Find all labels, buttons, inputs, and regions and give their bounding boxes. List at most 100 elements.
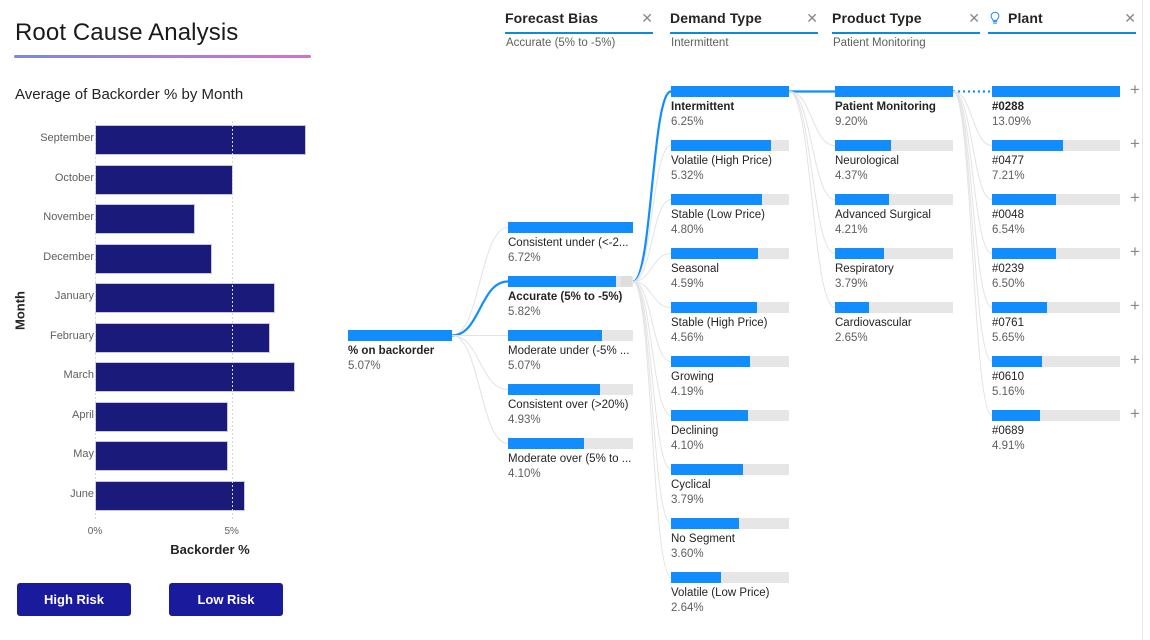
node-value: 4.10% [671,440,704,452]
high-risk-button[interactable]: High Risk [17,583,131,616]
node-value: 2.64% [671,602,704,614]
bar-row[interactable]: January [0,279,330,317]
node-value: 4.91% [992,440,1025,452]
node-label: #0288 [992,101,1024,113]
bar-row[interactable]: November [0,200,330,238]
node-bar-fill [348,330,452,341]
node-value: 4.19% [671,386,704,398]
node-value: 5.07% [348,360,381,372]
bar-row[interactable]: June [0,477,330,515]
node-bar-fill [992,140,1063,151]
x-axis-tick: 5% [224,526,239,537]
decomposition-tree[interactable]: % on backorder 5.07% Consistent under (<-2… [330,0,1150,640]
bar-category-label: May [73,448,94,460]
bar-category-label: June [70,487,94,500]
bar[interactable] [95,125,306,155]
node-label: Respiratory [835,263,894,275]
node-bar-fill [992,248,1056,259]
node-bar-fill [992,86,1120,97]
bar[interactable] [95,283,275,313]
node-label: Cardiovascular [835,317,912,329]
bar[interactable] [95,362,296,392]
node-value: 2.65% [835,332,868,344]
node-bar-fill [508,276,617,287]
node-bar-fill [835,86,953,97]
bar-category-label: December [43,250,94,263]
node-label: Stable (High Price) [671,317,768,329]
node-label: Consistent over (>20%) [508,399,629,411]
bar-row[interactable]: October [0,161,330,199]
node-label: No Segment [671,533,735,545]
node-label: % on backorder [348,345,435,357]
node-value: 4.37% [835,170,868,182]
node-label: #0048 [992,209,1024,221]
expand-node-icon[interactable]: + [1130,135,1140,152]
bar[interactable] [95,441,229,471]
panel-divider [1142,0,1143,640]
bar-row[interactable]: December [0,240,330,278]
node-bar-fill [835,302,869,313]
node-value: 4.59% [671,278,704,290]
node-label: Seasonal [671,263,719,275]
grid-line [231,121,233,519]
node-value: 5.16% [992,386,1025,398]
bar-row[interactable]: March [0,358,330,396]
expand-node-icon[interactable]: + [1130,351,1140,368]
bar-row[interactable]: February [0,319,330,357]
grid-line [95,121,96,519]
bar-category-label: February [49,329,94,342]
expand-node-icon[interactable]: + [1130,81,1140,98]
node-value: 5.07% [508,360,541,372]
node-label: Intermittent [671,101,735,113]
bar-row[interactable]: April [0,398,330,436]
node-bar-fill [508,438,585,449]
node-value: 6.50% [992,278,1025,290]
node-value: 4.10% [508,468,541,480]
bar[interactable] [95,322,270,353]
node-label: Consistent under (<-2... [508,237,629,249]
expand-node-icon[interactable]: + [1130,243,1140,260]
node-label: Neurological [835,155,899,167]
node-value: 5.32% [671,170,704,182]
node-label: Patient Monitoring [835,101,936,113]
x-axis-tick: 0% [87,526,103,537]
expand-node-icon[interactable]: + [1130,405,1140,422]
node-value: 9.20% [835,116,868,128]
node-label: Moderate under (-5% ... [508,345,630,357]
node-bar-fill [671,86,789,97]
node-label: #0239 [992,263,1024,275]
node-value: 3.60% [671,548,704,560]
low-risk-button[interactable]: Low Risk [169,583,283,616]
node-bar-fill [671,464,743,475]
node-bar-fill [835,248,884,259]
bar-row[interactable]: May [0,437,330,475]
node-bar-fill [508,222,633,233]
bar[interactable] [95,204,196,234]
bar-chart-title: Average of Backorder % by Month [15,86,244,103]
node-value: 4.21% [835,224,868,236]
node-value: 6.54% [992,224,1025,236]
title-underline-decoration [14,55,311,58]
expand-node-icon[interactable]: + [1130,189,1140,206]
node-bar-fill [671,572,721,583]
bar[interactable] [95,164,234,195]
node-value: 4.56% [671,332,704,344]
bar[interactable] [95,480,246,511]
backorder-by-month-bar-chart[interactable]: September October November December January F… [0,108,330,557]
node-bar-fill [671,140,772,151]
bar[interactable] [95,401,229,432]
node-label: #0761 [992,317,1024,329]
node-value: 13.09% [992,116,1032,128]
node-value: 6.72% [508,252,541,264]
node-label: #0689 [992,425,1024,437]
node-label: Accurate (5% to -5%) [508,291,623,303]
bar-row[interactable]: September [0,121,330,159]
node-value: 4.80% [671,224,704,236]
node-label: Cyclical [671,479,711,491]
node-bar-fill [508,384,600,395]
bar-category-label: November [43,211,94,223]
y-axis-title: Month [12,291,28,330]
expand-node-icon[interactable]: + [1130,297,1140,314]
node-bar-fill [671,194,762,205]
bar[interactable] [95,243,213,274]
